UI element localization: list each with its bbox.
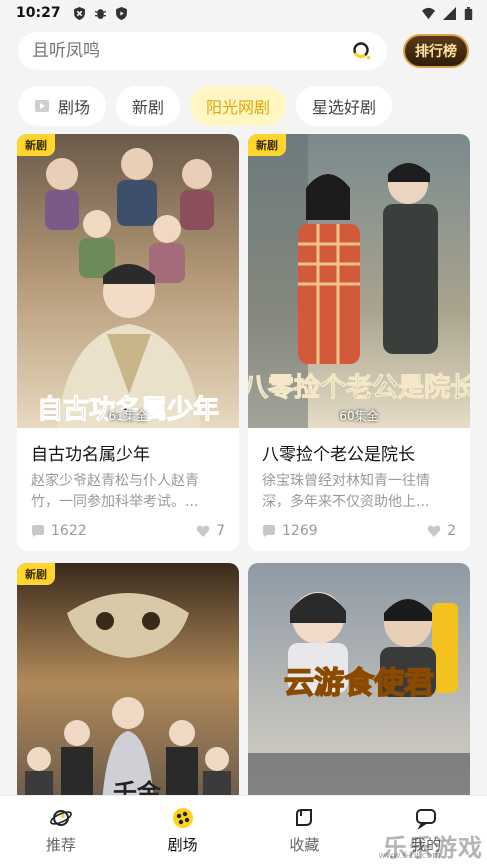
card-body: 八零捡个老公是院长 徐宝珠曾经对林知青一往情深，多年来不仅资助他上... 126… (248, 428, 470, 551)
poster-title-text: 八零捡个老公是院长 (248, 372, 470, 403)
drama-card[interactable]: 云游食使君 (248, 563, 470, 803)
likes-stat[interactable]: 2 (427, 523, 456, 539)
drama-card[interactable]: 自古功名属少年 新剧 61集全 自古功名属少年 赵家少爷赵青松与仆人赵青竹，一同… (17, 134, 239, 551)
card-description: 徐宝珠曾经对林知青一往情深，多年来不仅资助他上... (262, 473, 430, 510)
search-box[interactable] (18, 32, 387, 70)
tab-label: 阳光网剧 (206, 98, 271, 117)
card-stats: 1622 7 (31, 521, 225, 541)
poster-image[interactable]: 自古功名属少年 新剧 61集全 (17, 134, 239, 428)
likes-stat[interactable]: 7 (196, 523, 225, 539)
rank-button-label: 排行榜 (415, 44, 457, 60)
battery-icon (464, 6, 473, 20)
theater-icon (172, 808, 193, 828)
poster-image[interactable]: 千金 新剧 (17, 563, 239, 803)
card-title: 自古功名属少年 (31, 445, 150, 465)
drama-grid: 自古功名属少年 新剧 61集全 自古功名属少年 赵家少爷赵青松与仆人赵青竹，一同… (17, 134, 470, 803)
wifi-icon (422, 7, 435, 19)
nav-theater[interactable]: 剧场 (122, 796, 244, 865)
watermark-url: www.61ll.com (378, 851, 441, 861)
card-stats: 1269 2 (262, 521, 456, 541)
drama-card[interactable]: 八零捡个老公是院长 新剧 60集全 八零捡个老公是院长 徐宝珠曾经对林知青一往情… (248, 134, 470, 551)
tab-sunshine[interactable]: 阳光网剧 (190, 86, 287, 126)
tab-label: 星选好剧 (312, 98, 377, 117)
play-shield-icon (115, 6, 127, 20)
status-time: 10:27 (16, 5, 61, 21)
status-bar: 10:27 (0, 0, 487, 26)
card-title: 八零捡个老公是院长 (262, 445, 415, 465)
rank-button[interactable]: 排行榜 (403, 34, 469, 68)
category-tabs: 剧场 新剧 阳光网剧 星选好剧 (0, 72, 487, 134)
heart-icon (196, 525, 210, 537)
new-badge: 新剧 (248, 134, 286, 156)
status-icons-right (422, 6, 473, 20)
tab-star-picks[interactable]: 星选好剧 (296, 86, 393, 126)
tab-new[interactable]: 新剧 (116, 86, 181, 126)
poster-title-text: 云游食使君 (284, 666, 434, 701)
tab-label: 新剧 (132, 98, 165, 117)
nav-label: 推荐 (45, 836, 76, 854)
card-description: 赵家少爷赵青松与仆人赵青竹，一同参加科举考试。... (31, 473, 199, 510)
views-stat: 1269 (262, 523, 318, 539)
views-icon (263, 525, 275, 537)
views-count: 1269 (282, 523, 318, 539)
nav-label: 收藏 (289, 836, 320, 854)
new-badge: 新剧 (17, 134, 55, 156)
drama-card[interactable]: 千金 新剧 (17, 563, 239, 803)
bug-icon (94, 8, 106, 19)
tab-label: 剧场 (58, 98, 91, 117)
views-count: 1622 (51, 523, 87, 539)
search-input[interactable] (32, 41, 351, 61)
heart-icon (427, 525, 441, 537)
planet-icon (49, 810, 72, 826)
tab-theater[interactable]: 剧场 (18, 86, 107, 126)
nav-favorites[interactable]: 收藏 (244, 796, 366, 865)
shield-icon (73, 6, 85, 20)
chat-icon (416, 809, 437, 830)
views-stat: 1622 (31, 523, 87, 539)
poster-image[interactable]: 云游食使君 (248, 563, 470, 803)
likes-count: 7 (216, 523, 225, 539)
bookmark-icon (296, 809, 313, 826)
likes-count: 2 (447, 523, 456, 539)
views-icon (32, 525, 44, 537)
episode-count: 61集全 (108, 409, 148, 423)
nav-label: 剧场 (167, 836, 198, 854)
new-badge: 新剧 (17, 563, 55, 585)
episode-count: 60集全 (339, 409, 379, 423)
card-body: 自古功名属少年 赵家少爷赵青松与仆人赵青竹，一同参加科举考试。... 1622 … (17, 428, 239, 551)
poster-image[interactable]: 八零捡个老公是院长 新剧 60集全 (248, 134, 470, 428)
nav-recommend[interactable]: 推荐 (0, 796, 122, 865)
search-icon[interactable] (351, 40, 373, 62)
status-icons-left (73, 6, 128, 20)
search-row: 排行榜 (0, 26, 487, 72)
signal-icon (443, 6, 456, 20)
theater-icon (35, 100, 49, 112)
